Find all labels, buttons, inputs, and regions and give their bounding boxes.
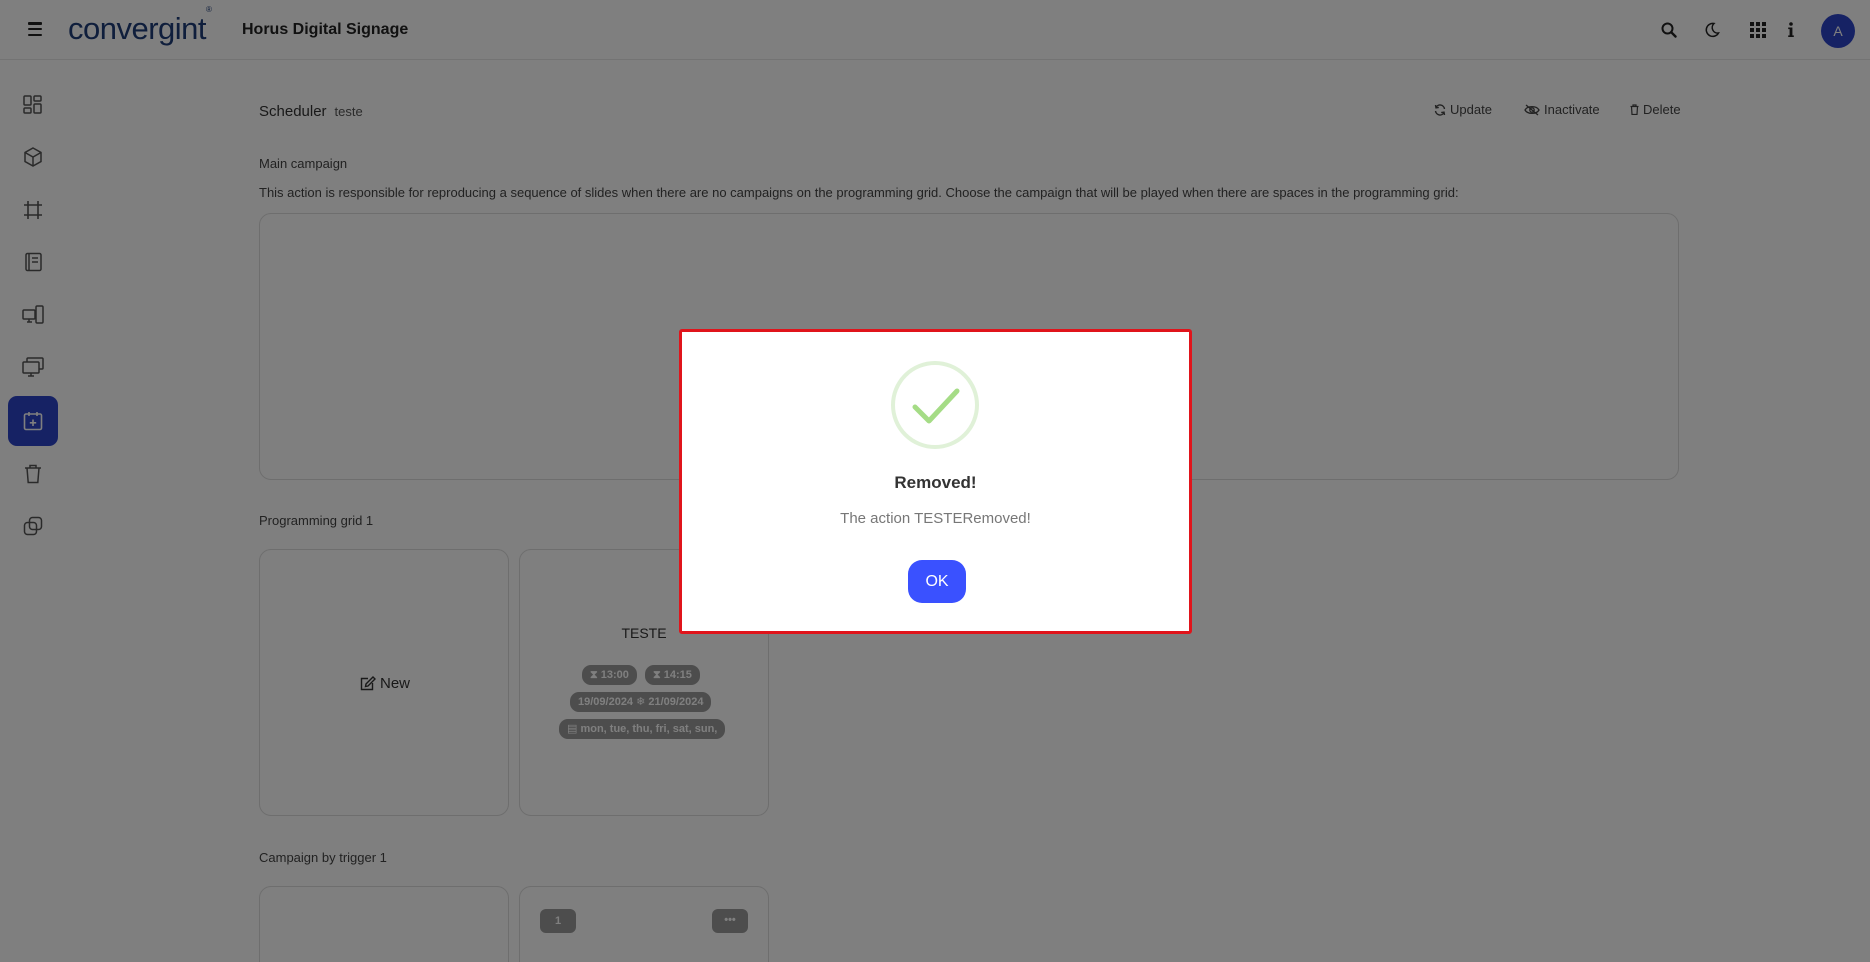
success-check-icon <box>891 361 979 449</box>
dialog-title: Removed! <box>894 473 977 492</box>
dialog-message: The action TESTERemoved! <box>840 510 1031 527</box>
ok-button[interactable]: OK <box>908 560 966 603</box>
success-dialog: Removed! The action TESTERemoved! OK <box>679 329 1192 634</box>
